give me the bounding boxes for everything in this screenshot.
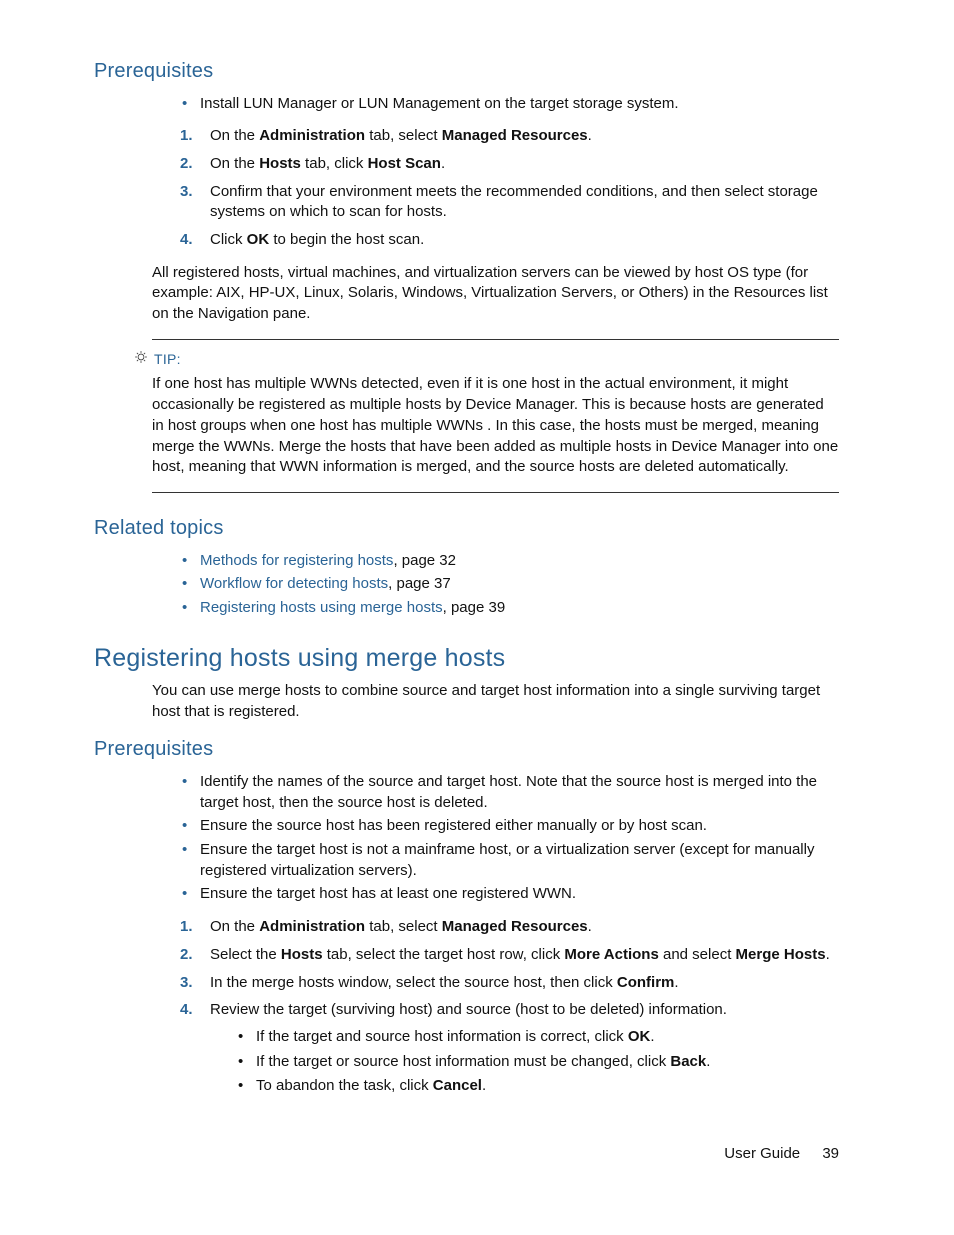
text: If the target or source host information… bbox=[256, 1053, 670, 1070]
text: Review the target (surviving host) and s… bbox=[210, 1001, 727, 1018]
step-item: On the Administration tab, select Manage… bbox=[178, 917, 839, 938]
tip-box: TIP: If one host has multiple WWNs detec… bbox=[152, 339, 839, 493]
text: . bbox=[441, 155, 445, 172]
list-item: Registering hosts using merge hosts, pag… bbox=[178, 598, 839, 619]
bold-text: Administration bbox=[259, 918, 365, 935]
bold-text: Administration bbox=[259, 127, 365, 144]
text: On the bbox=[210, 918, 259, 935]
list-item: Ensure the target host is not a mainfram… bbox=[178, 840, 839, 881]
sub-list-item: If the target and source host informatio… bbox=[236, 1027, 839, 1048]
step-item: Select the Hosts tab, select the target … bbox=[178, 945, 839, 966]
text: to begin the host scan. bbox=[269, 231, 424, 248]
bold-text: Managed Resources bbox=[442, 127, 588, 144]
bold-text: OK bbox=[247, 231, 270, 248]
paragraph: You can use merge hosts to combine sourc… bbox=[152, 681, 839, 722]
list-item: Identify the names of the source and tar… bbox=[178, 772, 839, 813]
text: On the bbox=[210, 155, 259, 172]
related-link[interactable]: Workflow for detecting hosts bbox=[200, 575, 388, 592]
list-item: Install LUN Manager or LUN Management on… bbox=[178, 94, 839, 115]
text: Select the bbox=[210, 946, 281, 963]
tip-label: TIP: bbox=[154, 350, 181, 369]
text: . bbox=[588, 127, 592, 144]
related-link[interactable]: Registering hosts using merge hosts bbox=[200, 599, 443, 616]
step-item: In the merge hosts window, select the so… bbox=[178, 973, 839, 994]
text: tab, select the target host row, click bbox=[323, 946, 565, 963]
text: tab, click bbox=[301, 155, 368, 172]
bold-text: Merge Hosts bbox=[736, 946, 826, 963]
sub-list-item: If the target or source host information… bbox=[236, 1052, 839, 1073]
step-item: Confirm that your environment meets the … bbox=[178, 182, 839, 223]
bold-text: Host Scan bbox=[368, 155, 441, 172]
text: In the merge hosts window, select the so… bbox=[210, 974, 617, 991]
text: Click bbox=[210, 231, 247, 248]
footer-label: User Guide bbox=[724, 1145, 800, 1162]
text: , page 39 bbox=[443, 599, 506, 616]
text: . bbox=[588, 918, 592, 935]
text: On the bbox=[210, 127, 259, 144]
text: , page 32 bbox=[393, 552, 456, 569]
tip-text: If one host has multiple WWNs detected, … bbox=[152, 374, 839, 477]
text: , page 37 bbox=[388, 575, 451, 592]
bold-text: Hosts bbox=[281, 946, 323, 963]
bold-text: Managed Resources bbox=[442, 918, 588, 935]
bold-text: More Actions bbox=[564, 946, 658, 963]
step-item: On the Hosts tab, click Host Scan. bbox=[178, 154, 839, 175]
text: . bbox=[674, 974, 678, 991]
list-item: Ensure the target host has at least one … bbox=[178, 884, 839, 905]
text: To abandon the task, click bbox=[256, 1077, 433, 1094]
related-topics-heading: Related topics bbox=[94, 515, 839, 543]
text: . bbox=[482, 1077, 486, 1094]
tip-icon bbox=[134, 350, 148, 371]
text: . bbox=[706, 1053, 710, 1070]
step-item: Review the target (surviving host) and s… bbox=[178, 1000, 839, 1097]
prerequisites-heading-1: Prerequisites bbox=[94, 58, 839, 86]
paragraph: All registered hosts, virtual machines, … bbox=[152, 263, 839, 325]
page-number: 39 bbox=[822, 1144, 839, 1165]
bold-text: Hosts bbox=[259, 155, 301, 172]
page-footer: User Guide 39 bbox=[724, 1144, 839, 1165]
list-item: Ensure the source host has been register… bbox=[178, 816, 839, 837]
section-heading-merge-hosts: Registering hosts using merge hosts bbox=[94, 641, 839, 676]
bold-text: Confirm bbox=[617, 974, 675, 991]
step-item: Click OK to begin the host scan. bbox=[178, 230, 839, 251]
bold-text: Back bbox=[670, 1053, 706, 1070]
related-link[interactable]: Methods for registering hosts bbox=[200, 552, 393, 569]
step-item: On the Administration tab, select Manage… bbox=[178, 126, 839, 147]
bold-text: Cancel bbox=[433, 1077, 482, 1094]
text: tab, select bbox=[365, 918, 442, 935]
list-item: Workflow for detecting hosts, page 37 bbox=[178, 574, 839, 595]
text: tab, select bbox=[365, 127, 442, 144]
text: If the target and source host informatio… bbox=[256, 1028, 628, 1045]
list-item: Methods for registering hosts, page 32 bbox=[178, 551, 839, 572]
text: and select bbox=[659, 946, 736, 963]
bold-text: OK bbox=[628, 1028, 651, 1045]
text: . bbox=[650, 1028, 654, 1045]
sub-list-item: To abandon the task, click Cancel. bbox=[236, 1076, 839, 1097]
text: . bbox=[826, 946, 830, 963]
prerequisites-heading-2: Prerequisites bbox=[94, 736, 839, 764]
